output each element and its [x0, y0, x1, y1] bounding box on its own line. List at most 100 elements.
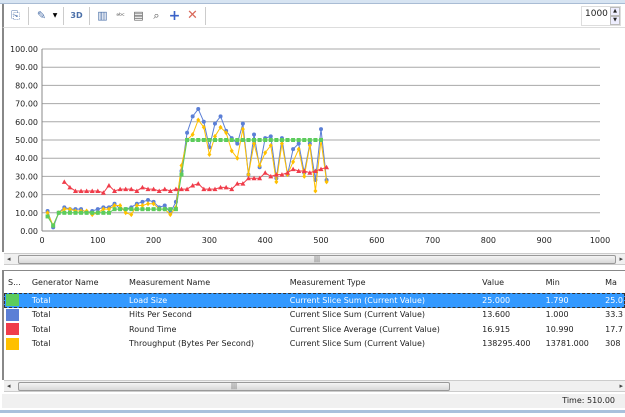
- table-row[interactable]: Total Load Size Current Slice Sum (Curre…: [4, 293, 625, 308]
- measurement-name-cell: Load Size: [129, 295, 168, 305]
- series-line-hits-per-second: [47, 108, 328, 229]
- measurement-type-cell: Current Slice Sum (Current Value): [289, 339, 425, 349]
- table-row[interactable]: Total Round Time Current Slice Average (…: [4, 322, 625, 337]
- table-row[interactable]: Total Hits Per Second Current Slice Sum …: [4, 308, 625, 323]
- x-tick-label: 1000: [590, 236, 610, 245]
- show-cell[interactable]: [4, 294, 28, 307]
- max-cell: 17.7: [605, 324, 623, 334]
- data-point: [291, 159, 296, 165]
- zoom-spinbox[interactable]: 1000 ▲ ▼: [581, 6, 621, 26]
- data-point: [201, 138, 206, 142]
- data-point: [212, 121, 217, 126]
- legend-font-icon[interactable]: ᵃᵇᶜ: [113, 8, 128, 23]
- scroll-left-icon[interactable]: ◂: [7, 381, 11, 392]
- data-point: [252, 138, 257, 142]
- col-header-value[interactable]: Value: [478, 278, 542, 287]
- table-edit-icon[interactable]: ▤: [131, 8, 146, 23]
- data-point: [207, 138, 212, 142]
- data-point: [84, 210, 89, 215]
- col-header-min[interactable]: Min: [542, 278, 602, 287]
- y-tick-label: 60.00: [15, 118, 38, 127]
- data-point: [307, 138, 312, 142]
- data-point: [123, 207, 128, 212]
- spin-up-icon[interactable]: ▲: [610, 7, 620, 16]
- y-tick-label: 50.00: [15, 136, 38, 145]
- data-point: [106, 183, 112, 188]
- max-cell: 308: [605, 339, 621, 349]
- measurement-type-cell: Current Slice Sum (Current Value): [289, 295, 425, 305]
- highlight-icon[interactable]: ✎: [34, 8, 49, 23]
- data-point: [291, 147, 296, 152]
- series-color-swatch[interactable]: [6, 323, 19, 336]
- series-color-swatch[interactable]: [6, 337, 19, 350]
- data-point: [240, 138, 245, 142]
- data-point: [201, 119, 206, 124]
- col-header-generator[interactable]: Generator Name: [28, 278, 125, 287]
- show-cell[interactable]: [4, 323, 28, 336]
- x-tick-label: 600: [369, 236, 384, 245]
- data-point: [139, 184, 145, 190]
- scroll-left-icon[interactable]: ◂: [7, 254, 11, 265]
- scroll-right-icon[interactable]: ▸: [619, 381, 623, 392]
- chart-properties-icon[interactable]: ▥: [95, 8, 110, 23]
- show-cell[interactable]: [4, 308, 28, 321]
- measurement-name-cell: Throughput (Bytes Per Second): [129, 339, 255, 349]
- chart-panel: 0.00 10.00 20.00 30.00 40.00 50.00 60.00 70.00 8…: [2, 28, 625, 252]
- series-color-swatch[interactable]: [6, 308, 19, 321]
- copy-icon[interactable]: ⎘: [8, 8, 23, 23]
- y-tick-label: 10.00: [15, 209, 38, 218]
- data-point: [185, 130, 190, 135]
- chart-horizontal-scrollbar[interactable]: ◂ ||| ▸: [4, 253, 625, 265]
- data-point: [224, 138, 229, 142]
- window-bottom-border: [0, 410, 625, 413]
- data-point: [262, 170, 268, 175]
- spin-down-icon[interactable]: ▼: [610, 16, 620, 25]
- data-point: [319, 127, 323, 132]
- scroll-thumb[interactable]: |||: [18, 255, 616, 264]
- scroll-thumb[interactable]: |||: [18, 382, 450, 391]
- zoom-value[interactable]: 1000: [582, 7, 610, 25]
- data-point: [274, 179, 279, 185]
- show-cell[interactable]: [4, 337, 28, 350]
- min-cell: 1.000: [545, 310, 569, 320]
- toolbar-separator: [205, 6, 206, 25]
- dropdown-arrow-icon[interactable]: ▼: [52, 8, 58, 23]
- table-row[interactable]: Total Throughput (Bytes Per Second) Curr…: [4, 337, 625, 352]
- data-point: [195, 181, 201, 186]
- delete-icon[interactable]: ✕: [185, 8, 200, 23]
- data-point: [319, 138, 323, 142]
- data-point: [151, 207, 156, 212]
- data-point: [263, 138, 268, 142]
- data-point: [313, 138, 318, 142]
- x-tick-label: 900: [537, 236, 552, 245]
- col-header-show[interactable]: S...: [4, 278, 28, 287]
- scroll-right-icon[interactable]: ▸: [619, 254, 623, 265]
- x-tick-label: 200: [146, 236, 161, 245]
- data-point: [179, 172, 184, 177]
- add-icon[interactable]: +: [167, 8, 182, 24]
- data-point: [146, 201, 151, 207]
- zoom-search-icon[interactable]: ⌕: [149, 8, 164, 23]
- generator-cell: Total: [31, 324, 51, 334]
- data-point: [56, 210, 61, 215]
- col-header-measurement-name[interactable]: Measurement Name: [125, 278, 286, 287]
- data-point: [168, 207, 173, 212]
- col-header-max[interactable]: Ma: [601, 278, 625, 287]
- y-tick-label: 80.00: [15, 81, 38, 90]
- data-point: [190, 114, 195, 119]
- data-point: [112, 207, 117, 212]
- x-tick-label: 100: [90, 236, 105, 245]
- series-color-swatch[interactable]: [6, 294, 19, 307]
- data-point: [279, 138, 284, 142]
- data-point: [235, 141, 240, 146]
- min-cell: 13781.000: [545, 339, 589, 349]
- 3d-zoom-icon[interactable]: 3D: [69, 8, 84, 23]
- toolbar-separator: [28, 6, 29, 25]
- col-header-measurement-type[interactable]: Measurement Type: [286, 278, 478, 287]
- grid-horizontal-scrollbar[interactable]: ◂ ||| ▸: [4, 380, 625, 392]
- data-point: [79, 210, 84, 215]
- measurement-type-cell: Current Slice Sum (Current Value): [289, 310, 425, 320]
- y-tick-label: 0.00: [20, 227, 38, 236]
- generator-cell: Total: [31, 295, 51, 305]
- y-tick-label: 20.00: [15, 191, 38, 200]
